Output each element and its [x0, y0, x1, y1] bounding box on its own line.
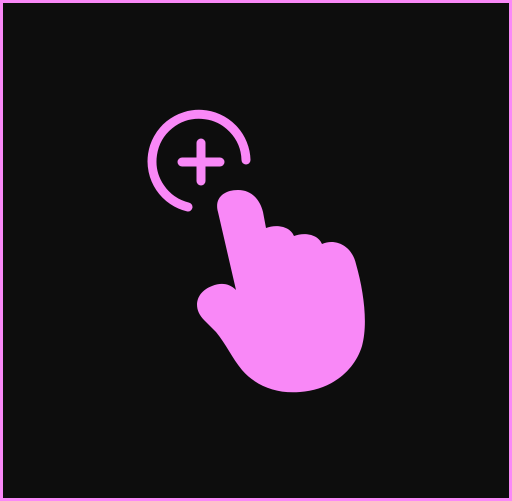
tap-add-icon [147, 109, 365, 393]
hand-pointer-icon [197, 190, 365, 393]
plus-icon [177, 138, 225, 186]
